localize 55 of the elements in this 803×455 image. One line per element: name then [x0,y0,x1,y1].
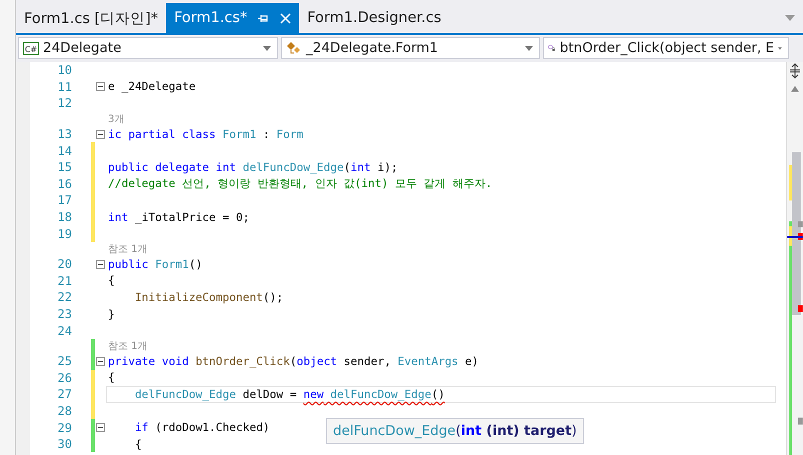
csharp-project-icon: C# [23,42,39,54]
line-number: 22 [56,290,73,304]
collapse-icon[interactable] [96,356,105,366]
code-line: } [108,308,115,321]
code-line: e _24Delegate [108,80,196,94]
line-number: 14 [56,144,73,158]
code-line: ic partial class Form1 : Form [108,128,304,141]
pin-icon[interactable] [257,12,268,24]
line-number: 17 [56,193,73,208]
code-line: { [108,274,115,288]
navigation-dropdown[interactable]: C# 24Delegate [18,37,278,59]
caret-icon [525,46,533,50]
line-number: 30 [56,437,73,452]
signature-tooltip: delFuncDow_Edge(int (int) target) [326,418,584,444]
collapse-icon[interactable] [96,423,105,432]
navigation-dropdown[interactable]: _24Delegate.Form1 [281,37,540,59]
code-line: int _iTotalPrice = 0; [108,210,250,224]
line-number: 23 [56,307,73,322]
code-line: //delegate 선언, 형이랑 반환형태, 인자 값(int) 모두 같게 해주자. [108,176,492,192]
code-line: private void btnOrder_Click(object sender, EventArgs e) [108,354,479,368]
line-number: 16 [56,176,73,191]
class-icon [286,41,302,55]
navigation-dropdown[interactable]: btnOrder_Click(object sender, E [543,37,789,59]
line-number: 11 [56,80,73,94]
close-icon[interactable] [280,12,292,24]
line-number: 27 [56,387,73,402]
split-icon[interactable] [787,62,803,80]
line-number: 12 [56,96,73,110]
code-line: { [134,438,142,451]
line-number: 19 [56,226,73,241]
collapse-icon[interactable] [96,82,105,92]
collapse-icon[interactable] [96,130,105,139]
document-tab[interactable]: Form1.Designer.cs [299,3,450,33]
line-number: 21 [56,274,73,288]
line-number: 28 [56,404,73,418]
code-line: InitializeComponent(); [134,290,284,304]
document-tab[interactable]: Form1.cs* [166,3,300,33]
code-line: delFuncDow_Edge delDow = new delFuncDow_Edge() [134,388,445,401]
collapse-icon[interactable] [96,260,105,269]
line-number: 20 [56,257,73,272]
code-line: { [108,371,115,384]
line-number: 29 [56,420,73,435]
document-tab[interactable]: Form1.cs [디자인]* [16,3,166,33]
line-number: 26 [56,370,73,385]
line-number: 18 [56,210,73,224]
line-number: 24 [56,324,73,338]
code-line: if (rdoDow1.Checked) [134,421,270,434]
caret-icon [263,46,271,50]
line-number: 25 [56,354,73,368]
line-number: 10 [56,63,73,78]
caret-icon [778,46,782,50]
line-number: 13 [56,127,73,142]
line-number: 15 [56,160,73,174]
code-line: public delegate int delFuncDow_Edge(int i); [108,160,398,174]
code-line: public Form1() [108,258,202,271]
